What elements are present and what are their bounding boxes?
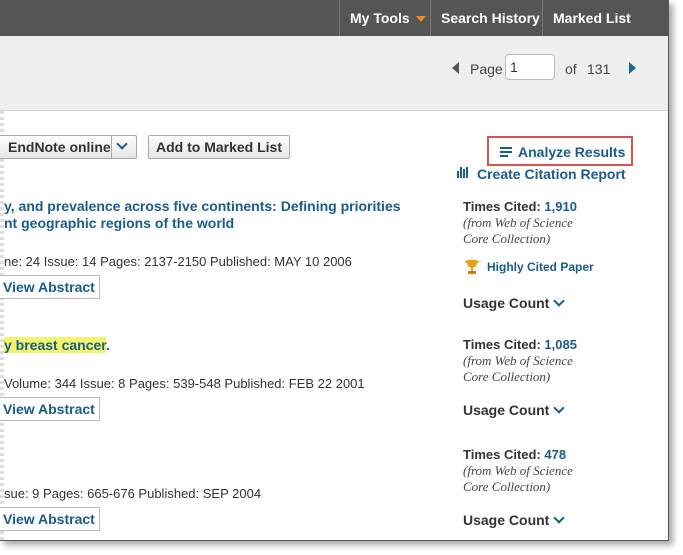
times-cited-label: Times Cited: — [463, 337, 541, 352]
highly-cited-paper-link[interactable]: Highly Cited Paper — [487, 260, 594, 274]
result-3-usage-count-toggle[interactable]: Usage Count — [463, 512, 566, 528]
top-navigation-bar: My Tools Search History Marked List — [0, 0, 668, 36]
search-history-link[interactable]: Search History — [430, 0, 550, 36]
result-2-source-line-1: (from Web of Science — [463, 353, 573, 368]
usage-count-label: Usage Count — [463, 512, 550, 528]
chevron-down-icon[interactable] — [115, 135, 128, 157]
result-1-meta: ne: 24 Issue: 14 Pages: 2137-2150 Publis… — [4, 254, 352, 269]
endnote-label: EndNote online — [8, 139, 111, 155]
result-2-title[interactable]: y breast cancer. — [4, 337, 110, 353]
search-term-highlight: y breast cancer — [4, 337, 106, 353]
endnote-save-dropdown[interactable]: EndNote online — [0, 135, 137, 159]
create-citation-report-link[interactable]: Create Citation Report — [477, 166, 626, 182]
analyze-results-label: Analyze Results — [518, 144, 626, 160]
view-abstract-label: View Abstract — [3, 511, 95, 527]
dropdown-divider — [111, 136, 112, 158]
marked-list-link[interactable]: Marked List — [542, 0, 641, 36]
times-cited-count-link[interactable]: 1,910 — [544, 199, 577, 214]
view-abstract-label: View Abstract — [3, 279, 95, 295]
total-pages: 131 — [587, 61, 611, 77]
browser-viewport: My Tools Search History Marked List Page… — [0, 0, 669, 541]
result-3-source-line-2: Core Collection) — [463, 479, 551, 494]
result-2-source-line-2: Core Collection) — [463, 369, 551, 384]
chevron-down-icon — [553, 512, 566, 524]
bar-chart-icon — [457, 167, 469, 178]
add-to-marked-list-button[interactable]: Add to Marked List — [148, 135, 290, 159]
trophy-icon — [463, 258, 481, 281]
times-cited-count-link[interactable]: 1,085 — [544, 337, 577, 352]
usage-count-label: Usage Count — [463, 295, 550, 311]
result-2-times-cited: Times Cited: 1,085 — [463, 337, 577, 352]
usage-count-label: Usage Count — [463, 402, 550, 418]
result-1-title-line-1[interactable]: y, and prevalence across five continents… — [4, 198, 401, 214]
result-1-title-line-2[interactable]: nt geographic regions of the world — [4, 215, 234, 231]
search-history-label: Search History — [441, 10, 540, 26]
chevron-down-icon — [553, 295, 566, 307]
result-1-source-line-1: (from Web of Science — [463, 215, 573, 230]
times-cited-label: Times Cited: — [463, 199, 541, 214]
chevron-down-icon — [553, 402, 566, 414]
next-page-icon[interactable] — [629, 62, 636, 74]
times-cited-count-link[interactable]: 478 — [544, 447, 566, 462]
view-abstract-label: View Abstract — [3, 401, 95, 417]
result-3-meta: sue: 9 Pages: 665-676 Published: SEP 200… — [4, 486, 262, 501]
caret-down-icon — [415, 16, 426, 23]
my-tools-label: My Tools — [350, 10, 410, 26]
list-lines-icon — [500, 147, 512, 157]
times-cited-label: Times Cited: — [463, 447, 541, 462]
result-2-view-abstract-button[interactable]: View Abstract — [0, 397, 100, 421]
result-1-view-abstract-button[interactable]: View Abstract — [0, 275, 100, 299]
marked-list-label: Marked List — [553, 10, 631, 26]
result-2-meta: Volume: 344 Issue: 8 Pages: 539-548 Publ… — [4, 376, 365, 391]
result-3-view-abstract-button[interactable]: View Abstract — [0, 507, 100, 531]
previous-page-icon[interactable] — [452, 62, 459, 74]
result-1-source-line-2: Core Collection) — [463, 231, 551, 246]
my-tools-menu[interactable]: My Tools — [339, 0, 436, 36]
of-label: of — [565, 61, 577, 77]
result-3-times-cited: Times Cited: 478 — [463, 447, 566, 462]
result-3-source-line-1: (from Web of Science — [463, 463, 573, 478]
result-2-usage-count-toggle[interactable]: Usage Count — [463, 402, 566, 418]
page-number-input[interactable] — [505, 54, 555, 80]
title-end: . — [105, 337, 110, 353]
page-label: Page — [470, 61, 503, 77]
result-1-usage-count-toggle[interactable]: Usage Count — [463, 295, 566, 311]
analyze-results-button[interactable]: Analyze Results — [487, 136, 633, 166]
result-1-times-cited: Times Cited: 1,910 — [463, 199, 577, 214]
add-to-marked-list-label: Add to Marked List — [155, 139, 282, 155]
